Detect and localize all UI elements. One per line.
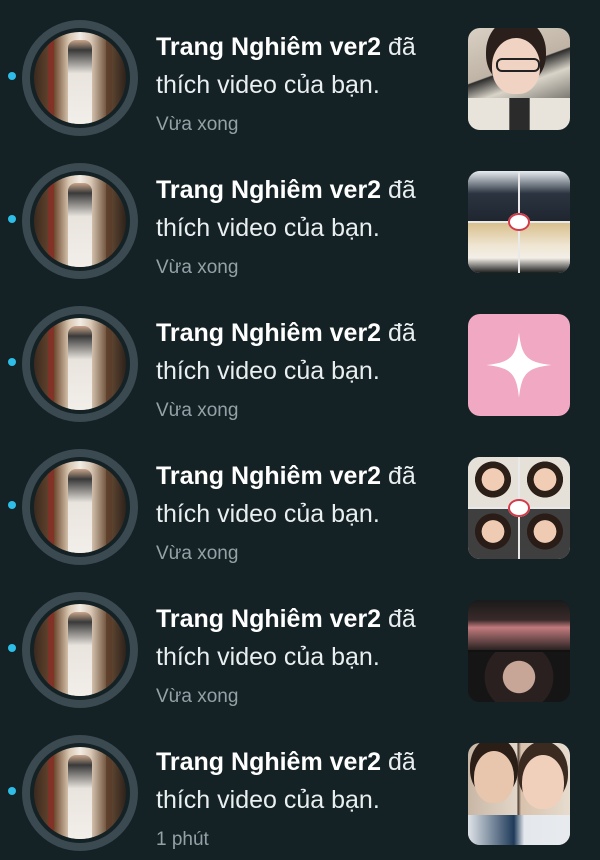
timestamp: Vừa xong [156, 543, 239, 564]
notification-message: Trang Nghiêm ver2 đã thích video của bạn… [156, 600, 446, 676]
unread-dot [8, 215, 16, 223]
notification-message: Trang Nghiêm ver2 đã thích video của bạn… [156, 314, 446, 390]
notification-message: Trang Nghiêm ver2 đã thích video của bạn… [156, 28, 446, 104]
avatar-ring [30, 600, 130, 700]
avatar[interactable] [22, 163, 138, 279]
unread-dot [8, 72, 16, 80]
unread-dot [8, 358, 16, 366]
unread-dot [8, 644, 16, 652]
avatar[interactable] [22, 20, 138, 136]
notification-list: Trang Nghiêm ver2 đã thích video của bạn… [0, 0, 600, 860]
username[interactable]: Trang Nghiêm ver2 [156, 176, 381, 204]
username[interactable]: Trang Nghiêm ver2 [156, 462, 381, 490]
avatar[interactable] [22, 306, 138, 422]
notification-text[interactable]: Trang Nghiêm ver2 đã thích video của bạn… [156, 457, 446, 565]
notification-item[interactable]: Trang Nghiêm ver2 đã thích video của bạn… [0, 286, 600, 428]
sticker-icon [508, 499, 530, 517]
timestamp: Vừa xong [156, 686, 239, 707]
notification-text[interactable]: Trang Nghiêm ver2 đã thích video của bạn… [156, 743, 446, 851]
sticker-icon [508, 213, 530, 231]
username[interactable]: Trang Nghiêm ver2 [156, 33, 381, 61]
avatar[interactable] [22, 449, 138, 565]
avatar-ring [30, 314, 130, 414]
avatar[interactable] [22, 592, 138, 708]
avatar-photo [34, 461, 126, 553]
notification-message: Trang Nghiêm ver2 đã thích video của bạn… [156, 457, 446, 533]
video-thumbnail[interactable] [468, 314, 570, 416]
notification-text[interactable]: Trang Nghiêm ver2 đã thích video của bạn… [156, 314, 446, 422]
avatar-ring [30, 743, 130, 843]
notification-item[interactable]: Trang Nghiêm ver2 đã thích video của bạn… [0, 572, 600, 714]
notification-item[interactable]: Trang Nghiêm ver2 đã thích video của bạn… [0, 143, 600, 285]
timestamp: Vừa xong [156, 114, 239, 135]
avatar-photo [34, 747, 126, 839]
notification-message: Trang Nghiêm ver2 đã thích video của bạn… [156, 171, 446, 247]
avatar-ring [30, 457, 130, 557]
video-thumbnail[interactable] [468, 171, 570, 273]
avatar-ring [30, 28, 130, 128]
notification-item[interactable]: Trang Nghiêm ver2 đã thích video của bạn… [0, 429, 600, 571]
unread-dot [8, 787, 16, 795]
username[interactable]: Trang Nghiêm ver2 [156, 748, 381, 776]
avatar-ring [30, 171, 130, 271]
avatar-photo [34, 604, 126, 696]
timestamp: Vừa xong [156, 400, 239, 421]
notification-item[interactable]: Trang Nghiêm ver2 đã thích video của bạn… [0, 715, 600, 857]
avatar-photo [34, 318, 126, 410]
video-thumbnail[interactable] [468, 28, 570, 130]
avatar-photo [34, 32, 126, 124]
notification-text[interactable]: Trang Nghiêm ver2 đã thích video của bạn… [156, 600, 446, 708]
username[interactable]: Trang Nghiêm ver2 [156, 605, 381, 633]
notification-message: Trang Nghiêm ver2 đã thích video của bạn… [156, 743, 446, 819]
unread-dot [8, 501, 16, 509]
username[interactable]: Trang Nghiêm ver2 [156, 319, 381, 347]
avatar[interactable] [22, 735, 138, 851]
video-thumbnail[interactable] [468, 743, 570, 845]
notification-text[interactable]: Trang Nghiêm ver2 đã thích video của bạn… [156, 171, 446, 279]
notification-item[interactable]: Trang Nghiêm ver2 đã thích video của bạn… [0, 0, 600, 142]
timestamp: 1 phút [156, 829, 209, 850]
notification-text[interactable]: Trang Nghiêm ver2 đã thích video của bạn… [156, 28, 446, 136]
avatar-photo [34, 175, 126, 267]
video-thumbnail[interactable] [468, 457, 570, 559]
sparkle-icon [486, 332, 552, 398]
video-thumbnail[interactable] [468, 600, 570, 702]
timestamp: Vừa xong [156, 257, 239, 278]
